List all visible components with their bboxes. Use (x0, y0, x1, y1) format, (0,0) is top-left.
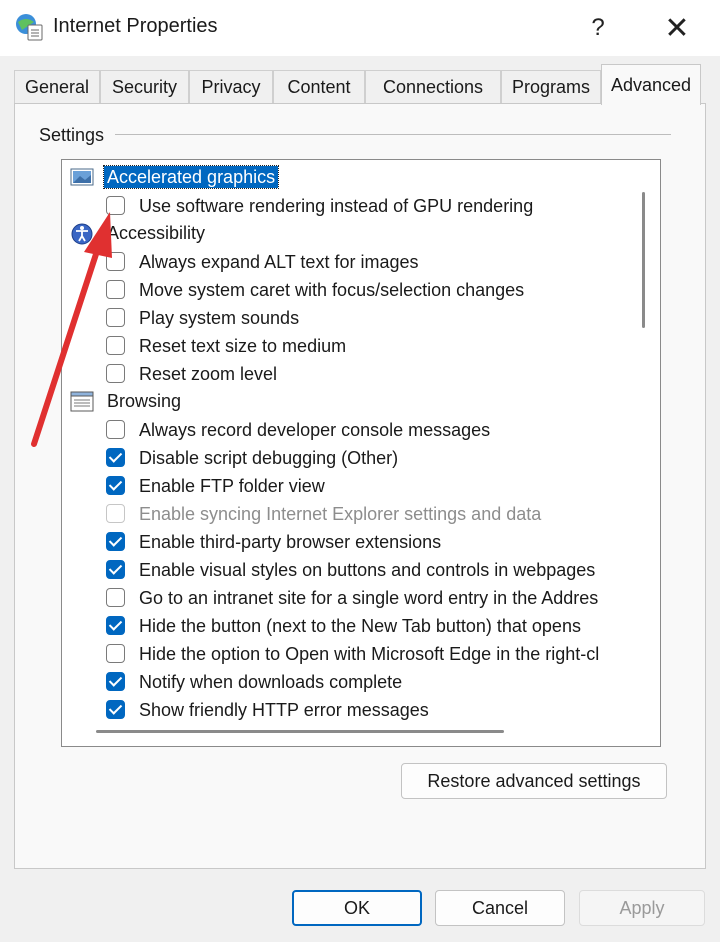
window-title: Internet Properties (53, 15, 218, 37)
setting-label: Move system caret with focus/selection c… (139, 280, 525, 300)
checkbox[interactable] (106, 308, 125, 327)
checkbox[interactable] (106, 644, 125, 663)
setting-label: Enable third-party browser extensions (139, 532, 442, 552)
tab-connections[interactable]: Connections (365, 70, 501, 104)
category-accelerated-graphics[interactable]: Accelerated graphics (62, 165, 660, 191)
horizontal-scrollbar[interactable] (96, 730, 504, 733)
close-button[interactable]: ✕ (655, 8, 699, 48)
setting-notify-downloads[interactable]: Notify when downloads complete (62, 669, 660, 695)
checkbox[interactable] (106, 196, 125, 215)
tab-privacy[interactable]: Privacy (189, 70, 273, 104)
setting-label: Always expand ALT text for images (139, 252, 419, 272)
setting-play-system-sounds[interactable]: Play system sounds (62, 305, 660, 331)
checkbox[interactable] (106, 420, 125, 439)
setting-label: Play system sounds (139, 308, 300, 328)
tab-general[interactable]: General (14, 70, 100, 104)
setting-move-system-caret[interactable]: Move system caret with focus/selection c… (62, 277, 660, 303)
setting-label: Disable script debugging (Other) (139, 448, 399, 468)
setting-disable-script-debugging[interactable]: Disable script debugging (Other) (62, 445, 660, 471)
category-label: Accessibility (107, 223, 206, 243)
setting-label: Enable FTP folder view (139, 476, 325, 496)
checkbox[interactable] (106, 280, 125, 299)
checkbox (106, 504, 125, 523)
tab-programs[interactable]: Programs (501, 70, 601, 104)
checkbox[interactable] (106, 252, 125, 271)
checkbox[interactable] (106, 532, 125, 551)
checkbox[interactable] (106, 560, 125, 579)
setting-enable-visual-styles[interactable]: Enable visual styles on buttons and cont… (62, 557, 660, 583)
checkbox[interactable] (106, 476, 125, 495)
restore-advanced-settings-button[interactable]: Restore advanced settings (401, 763, 667, 799)
checkbox[interactable] (106, 700, 125, 719)
setting-enable-syncing-ie: Enable syncing Internet Explorer setting… (62, 501, 660, 527)
setting-friendly-http-errors[interactable]: Show friendly HTTP error messages (62, 697, 660, 723)
setting-reset-zoom-level[interactable]: Reset zoom level (62, 361, 660, 387)
setting-label: Reset zoom level (139, 364, 278, 384)
setting-label: Go to an intranet site for a single word… (139, 588, 599, 608)
setting-label: Hide the option to Open with Microsoft E… (139, 644, 600, 664)
setting-use-software-rendering[interactable]: Use software rendering instead of GPU re… (62, 193, 660, 219)
help-button[interactable]: ? (576, 8, 620, 48)
setting-enable-ftp-folder-view[interactable]: Enable FTP folder view (62, 473, 660, 499)
tab-advanced[interactable]: Advanced (601, 64, 701, 105)
monitor-icon (70, 168, 94, 186)
setting-hide-new-tab-button[interactable]: Hide the button (next to the New Tab but… (62, 613, 660, 639)
category-accessibility[interactable]: Accessibility (62, 221, 660, 247)
cancel-button[interactable]: Cancel (435, 890, 565, 926)
accessibility-icon (71, 223, 93, 245)
setting-label: Notify when downloads complete (139, 672, 403, 692)
settings-group-label: Settings (39, 125, 111, 146)
title-bar: Internet Properties ? ✕ (0, 0, 720, 56)
tab-security[interactable]: Security (100, 70, 189, 104)
settings-tree-list[interactable]: Accelerated graphics Use software render… (61, 159, 661, 747)
setting-label: Enable syncing Internet Explorer setting… (139, 504, 542, 524)
setting-always-expand-alt[interactable]: Always expand ALT text for images (62, 249, 660, 275)
apply-button: Apply (579, 890, 705, 926)
internet-options-icon (16, 14, 43, 41)
checkbox[interactable] (106, 588, 125, 607)
setting-reset-text-size[interactable]: Reset text size to medium (62, 333, 660, 359)
category-label: Accelerated graphics (102, 165, 280, 189)
setting-label: Hide the button (next to the New Tab but… (139, 616, 581, 636)
vertical-scrollbar[interactable] (642, 192, 645, 328)
checkbox[interactable] (106, 672, 125, 691)
setting-label: Enable visual styles on buttons and cont… (139, 560, 596, 580)
checkbox[interactable] (106, 448, 125, 467)
category-label: Browsing (107, 391, 182, 411)
ok-button[interactable]: OK (292, 890, 422, 926)
setting-hide-open-with-edge[interactable]: Hide the option to Open with Microsoft E… (62, 641, 660, 667)
setting-record-developer-console[interactable]: Always record developer console messages (62, 417, 660, 443)
checkbox[interactable] (106, 616, 125, 635)
checkbox[interactable] (106, 364, 125, 383)
tab-content[interactable]: Content (273, 70, 365, 104)
setting-label: Use software rendering instead of GPU re… (139, 196, 534, 216)
category-browsing[interactable]: Browsing (62, 389, 660, 415)
browsing-icon (70, 391, 94, 412)
setting-label: Show friendly HTTP error messages (139, 700, 429, 720)
setting-enable-third-party-extensions[interactable]: Enable third-party browser extensions (62, 529, 660, 555)
setting-label: Always record developer console messages (139, 420, 491, 440)
setting-intranet-single-word[interactable]: Go to an intranet site for a single word… (62, 585, 660, 611)
checkbox[interactable] (106, 336, 125, 355)
settings-group-divider (115, 134, 671, 135)
setting-label: Reset text size to medium (139, 336, 347, 356)
